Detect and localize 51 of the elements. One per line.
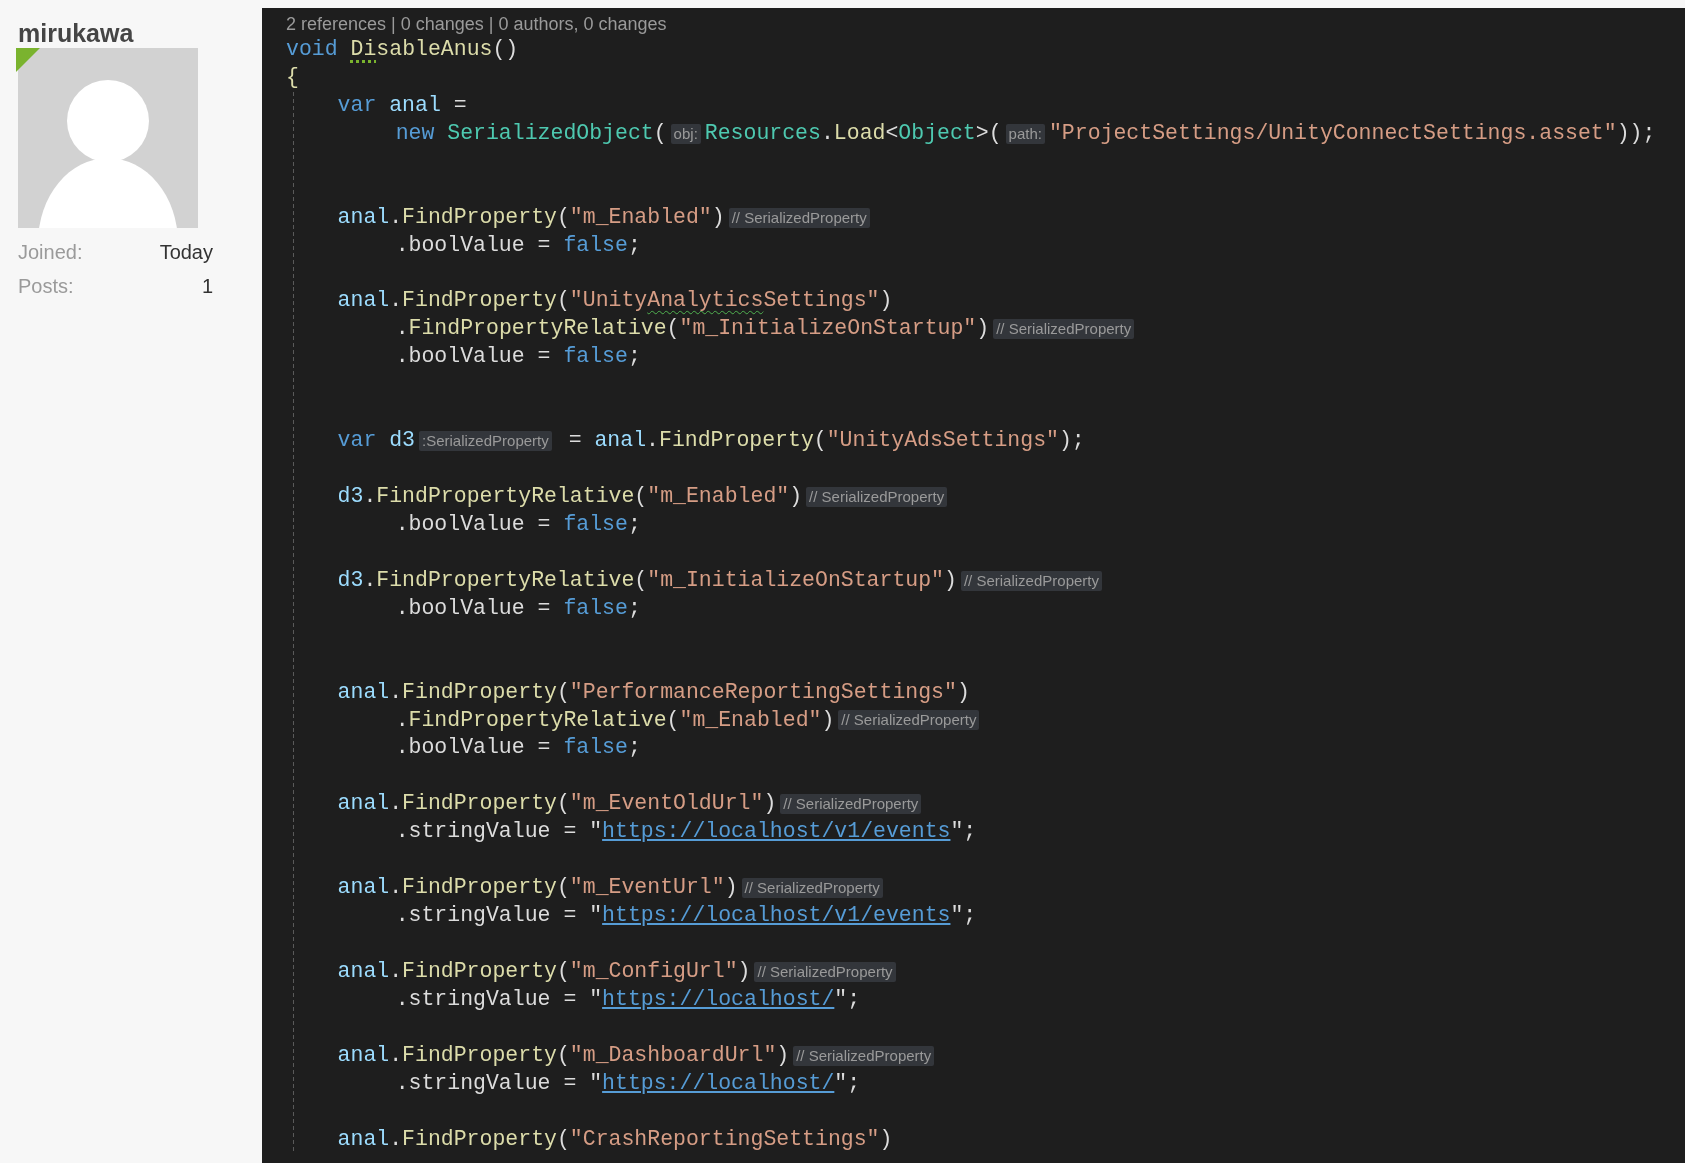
code-text: .boolValue = false; xyxy=(395,231,641,259)
code-text: d3.FindPropertyRelative("m_InitializeOnStartup") xyxy=(337,566,957,594)
code-text: .FindPropertyRelative("m_InitializeOnStartup") xyxy=(395,315,990,343)
code-text: anal.FindProperty("m_EventOldUrl") xyxy=(337,790,777,818)
code-text: .stringValue = "https://localhost/"; xyxy=(395,1069,861,1097)
stat-label: Joined: xyxy=(18,240,83,264)
code-text: var anal = xyxy=(337,91,467,119)
inlay-hint: // SerializedProperty xyxy=(728,207,870,228)
code-text: d3.FindPropertyRelative("m_Enabled") xyxy=(337,483,803,510)
code-text: new SerializedObject( xyxy=(395,119,667,147)
inlay-hint: // SerializedProperty xyxy=(754,961,896,982)
code-text: .boolValue = false; xyxy=(395,510,641,538)
code-text: .boolValue = false; xyxy=(395,343,641,371)
url-link[interactable]: https://localhost/v1/events xyxy=(602,903,951,928)
code-text: anal.FindProperty("UnityAnalyticsSettings") xyxy=(337,287,893,315)
code-text: anal.FindProperty("m_DashboardUrl") xyxy=(337,1041,790,1069)
inlay-hint: // SerializedProperty xyxy=(793,1045,935,1066)
code-text: anal.FindProperty("m_EventUrl") xyxy=(337,874,738,902)
code-text: var d3 xyxy=(337,427,415,455)
code-text: .stringValue = "https://localhost/v1/events"; xyxy=(395,902,977,930)
code-text: anal.FindProperty("m_ConfigUrl") xyxy=(337,957,751,985)
inlay-hint: // SerializedProperty xyxy=(806,486,948,507)
inlay-hint: obj: xyxy=(670,123,701,144)
code-text: .FindPropertyRelative("m_Enabled") xyxy=(395,706,835,734)
code-text: anal.FindProperty("CrashReportingSettings") xyxy=(337,1125,893,1153)
code-text: .stringValue = "https://localhost/"; xyxy=(395,985,861,1013)
code-text: .boolValue = false; xyxy=(395,594,641,622)
inlay-hint: // SerializedProperty xyxy=(960,570,1102,591)
username[interactable]: mirukawa xyxy=(18,18,262,48)
stat-label: Posts: xyxy=(18,274,74,298)
inlay-hint: // SerializedProperty xyxy=(780,794,922,815)
code-text: void DisableAnus() xyxy=(286,36,519,63)
code-text: .stringValue = "https://localhost/v1/events"; xyxy=(395,818,977,846)
code-text: .boolValue = false; xyxy=(395,734,641,762)
code-text: Resources.Load<Object>( xyxy=(704,119,1002,147)
code-text: anal.FindProperty("m_Enabled") xyxy=(337,203,725,231)
url-link[interactable]: https://localhost/ xyxy=(602,1070,835,1095)
stat-value: Today xyxy=(159,240,213,264)
code-text: = anal.FindProperty("UnityAdsSettings"); xyxy=(567,427,1085,455)
stat-value: 1 xyxy=(201,274,213,298)
code-text: anal.FindProperty("PerformanceReportingSettings") xyxy=(337,678,970,706)
inlay-hint: // SerializedProperty xyxy=(741,878,883,899)
code-text: { xyxy=(286,63,299,91)
code-lens[interactable]: 2 references | 0 changes | 0 authors, 0 changes xyxy=(286,14,667,34)
inlay-hint: // SerializedProperty xyxy=(838,710,980,731)
inlay-hint: path: xyxy=(1005,123,1045,144)
url-link[interactable]: https://localhost/v1/events xyxy=(602,819,951,844)
code-text: "ProjectSettings/UnityConnectSettings.asset")); xyxy=(1048,119,1656,147)
inlay-hint: :SerializedProperty xyxy=(419,431,552,452)
url-link[interactable]: https://localhost/ xyxy=(602,986,835,1011)
inlay-hint: // SerializedProperty xyxy=(993,319,1135,340)
